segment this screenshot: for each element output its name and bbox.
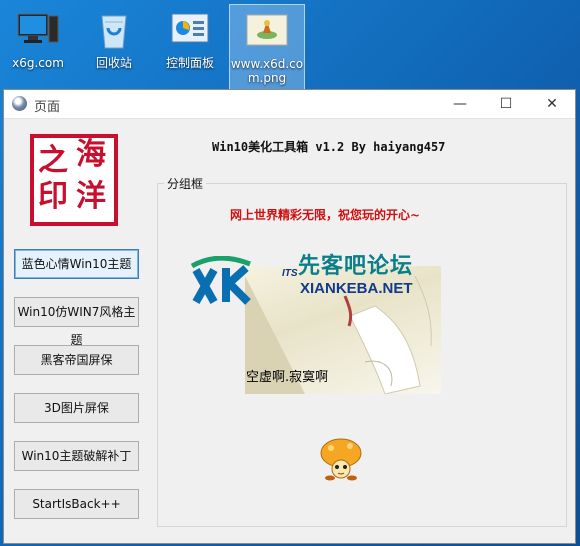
desktop-icon-png[interactable]: www.x6d.co m.png bbox=[229, 4, 305, 90]
desktop-icon-x6g[interactable]: x6g.com bbox=[3, 4, 73, 88]
mushroom-icon bbox=[318, 436, 364, 482]
seal-char: 之 bbox=[38, 143, 68, 178]
computer-icon bbox=[16, 8, 60, 52]
its-badge: ITS bbox=[282, 268, 298, 279]
group-box: 分组框 网上世界精彩无限，祝您玩的开心~ ITS 先客吧论坛 XIANKEBA.… bbox=[157, 175, 567, 527]
xk-logo-icon bbox=[190, 256, 251, 305]
image-file-icon bbox=[245, 9, 289, 53]
group-box-legend: 分组框 bbox=[164, 175, 207, 192]
banner-image: ITS 先客吧论坛 XIANKEBA.NET 空虚啊.寂寞啊 bbox=[190, 248, 448, 398]
desktop-icon-control-panel[interactable]: 控制面板 bbox=[155, 4, 225, 88]
title-bar[interactable]: 页面 — ☐ ✕ bbox=[4, 90, 575, 119]
3d-picture-screensaver-button[interactable]: 3D图片屏保 bbox=[14, 393, 139, 423]
seal-char: 海 bbox=[76, 137, 106, 172]
brand-name-cn: 先客吧论坛 bbox=[298, 254, 414, 279]
theme-patch-button[interactable]: Win10主题破解补丁 bbox=[14, 441, 139, 471]
brand-name-en: XIANKEBA.NET bbox=[300, 280, 413, 297]
theme-blue-mood-button[interactable]: 蓝色心情Win10主题 bbox=[14, 249, 139, 279]
banner-caption: 空虚啊.寂寞啊 bbox=[246, 370, 329, 385]
seal-char: 洋 bbox=[76, 179, 106, 214]
app-window: 页面 — ☐ ✕ 之 海 印 洋 Win10美化工具箱 v1.2 By haiy… bbox=[3, 89, 576, 544]
seal-char: 印 bbox=[38, 179, 68, 214]
greeting-text: 网上世界精彩无限，祝您玩的开心~ bbox=[230, 208, 421, 222]
maximize-button[interactable]: ☐ bbox=[483, 90, 529, 118]
recycle-bin-icon bbox=[92, 8, 136, 52]
desktop-icon-label-line1: www.x6d.co bbox=[230, 57, 304, 71]
control-panel-icon bbox=[168, 8, 212, 52]
minimize-button[interactable]: — bbox=[437, 90, 483, 118]
desktop-icon-label-line2: m.png bbox=[247, 71, 287, 85]
window-title: 页面 bbox=[34, 100, 61, 115]
theme-win7-style-button[interactable]: Win10仿WIN7风格主题 bbox=[14, 297, 139, 347]
desktop-icon-label: 回收站 bbox=[95, 56, 132, 70]
seal-logo: 之 海 印 洋 bbox=[30, 134, 118, 226]
app-header: Win10美化工具箱 v1.2 By haiyang457 bbox=[212, 140, 446, 154]
app-icon bbox=[12, 96, 27, 111]
desktop-icon-label: x6g.com bbox=[12, 56, 64, 70]
close-button[interactable]: ✕ bbox=[529, 90, 575, 118]
desktop-icon-recycle-bin[interactable]: 回收站 bbox=[79, 4, 149, 88]
matrix-screensaver-button[interactable]: 黑客帝国屏保 bbox=[14, 345, 139, 375]
startisback-button[interactable]: StartIsBack++ bbox=[14, 489, 139, 519]
desktop-icon-label: 控制面板 bbox=[165, 56, 214, 70]
